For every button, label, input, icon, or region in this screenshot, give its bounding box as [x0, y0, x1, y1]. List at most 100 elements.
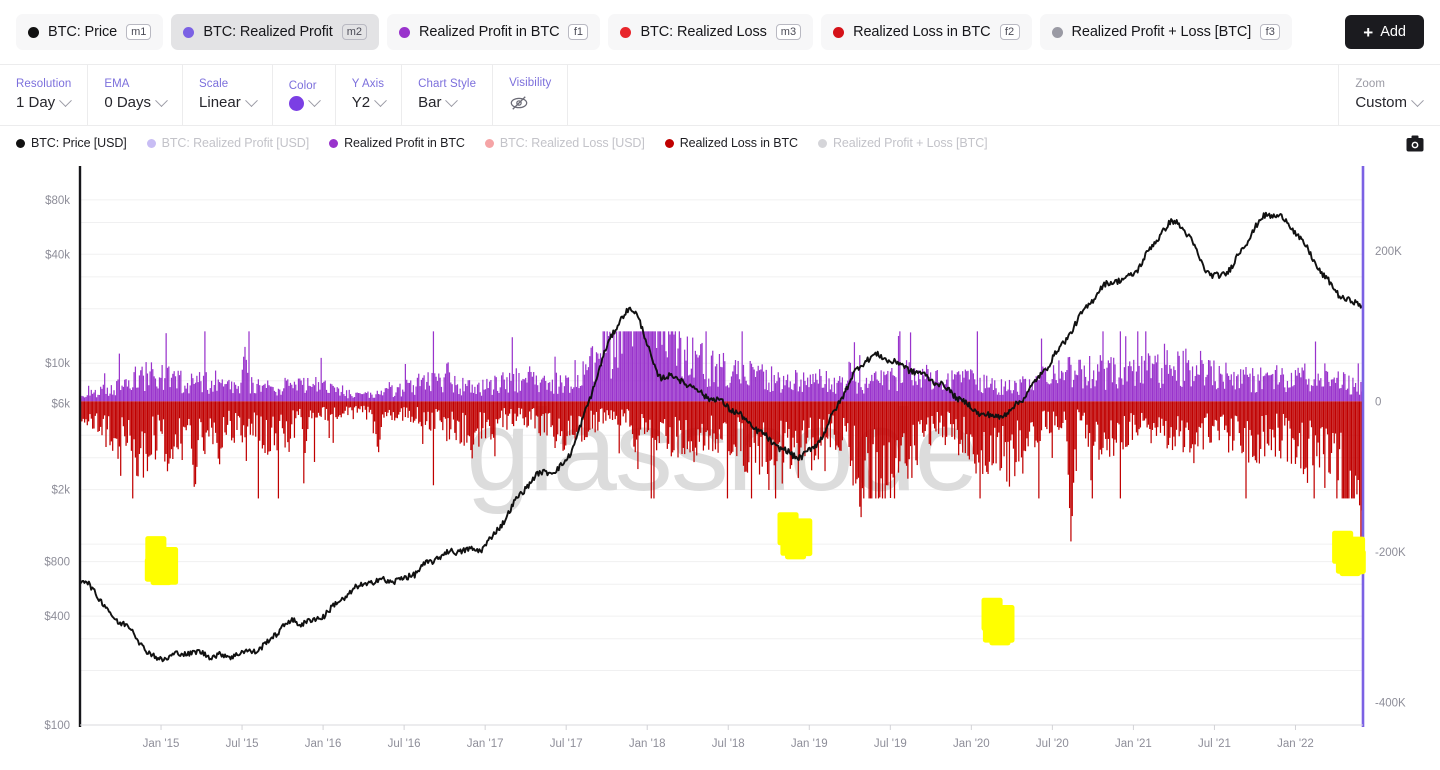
loss-bar — [1101, 401, 1103, 455]
profit-bar — [1113, 357, 1115, 402]
loss-bar — [464, 401, 467, 416]
profit-bar — [1301, 367, 1303, 402]
profit-bar — [235, 384, 237, 402]
profit-bar — [896, 391, 898, 402]
legend-item[interactable]: Realized Loss in BTC — [664, 136, 798, 150]
profit-bar — [456, 384, 459, 402]
control-color[interactable]: Color — [273, 65, 336, 125]
profit-bar — [395, 392, 397, 402]
loss-bar — [1297, 401, 1299, 447]
control-y-axis[interactable]: Y Axis Y2 — [336, 65, 403, 125]
screenshot-camera-button[interactable] — [1406, 135, 1424, 152]
annotation-highlight-1[interactable] — [144, 536, 179, 586]
profit-bar — [579, 386, 582, 402]
profit-bar — [1072, 379, 1075, 402]
loss-bar — [753, 401, 755, 443]
add-metric-button[interactable]: + Add — [1345, 15, 1424, 49]
legend-item[interactable]: BTC: Price [USD] — [16, 136, 127, 150]
control-visibility[interactable]: Visibility — [493, 65, 569, 125]
metric-chip-m3[interactable]: BTC: Realized Loss m3 — [608, 14, 814, 50]
profit-bar — [1175, 380, 1178, 402]
loss-bar — [534, 401, 536, 429]
loss-bar — [625, 401, 627, 423]
loss-bar — [94, 401, 96, 416]
loss-bar — [252, 401, 254, 436]
control-ema[interactable]: EMA 0 Days — [88, 65, 184, 125]
loss-bar — [797, 401, 799, 478]
loss-bar — [1324, 401, 1326, 488]
loss-bar — [194, 401, 197, 485]
control-resolution[interactable]: Resolution 1 Day — [0, 65, 89, 125]
legend-item[interactable]: Realized Profit in BTC — [329, 136, 465, 150]
metric-chip-m1[interactable]: BTC: Price m1 — [16, 14, 164, 50]
chart-canvas[interactable]: glassnode $80k $40k $10k $6k $2k $800 $400 $100 2… — [0, 160, 1440, 770]
profit-bar — [1317, 373, 1319, 402]
loss-bar — [281, 401, 284, 429]
loss-bar — [156, 401, 158, 451]
profit-bar — [1183, 380, 1186, 402]
loss-bar — [538, 401, 540, 434]
loss-bar — [359, 401, 361, 410]
loss-bar — [788, 401, 790, 430]
loss-bar — [249, 401, 251, 435]
loss-bar — [867, 401, 869, 454]
metric-chip-m2[interactable]: BTC: Realized Profit m2 — [171, 14, 380, 50]
color-swatch-icon[interactable] — [288, 95, 304, 111]
profit-bar — [491, 394, 493, 402]
metric-chip-f2[interactable]: Realized Loss in BTC f2 — [821, 14, 1032, 50]
legend-item[interactable]: BTC: Realized Loss [USD] — [484, 136, 645, 150]
eye-slash-icon[interactable] — [509, 93, 529, 113]
profit-bar — [895, 377, 897, 402]
metric-chip-f1[interactable]: Realized Profit in BTC f1 — [387, 14, 601, 50]
loss-bar — [1087, 401, 1089, 447]
control-scale[interactable]: Scale Linear — [183, 65, 273, 125]
profit-bar — [1114, 364, 1116, 402]
loss-bar — [458, 401, 460, 422]
loss-bar — [938, 401, 940, 434]
control-chart-style[interactable]: Chart Style Bar — [402, 65, 494, 125]
loss-bar — [1019, 401, 1021, 431]
loss-bar — [253, 401, 255, 413]
profit-bar — [994, 380, 996, 402]
loss-bar — [336, 401, 338, 420]
loss-bar — [682, 401, 684, 448]
zoom-control[interactable]: Zoom Custom — [1339, 65, 1440, 125]
profit-bar — [177, 370, 179, 402]
profit-bar — [502, 372, 504, 402]
profit-bar — [1171, 375, 1174, 402]
profit-bar — [1226, 373, 1228, 402]
loss-bar — [328, 401, 330, 439]
legend-item[interactable]: Realized Profit + Loss [BTC] — [817, 136, 988, 150]
profit-bar — [89, 395, 91, 402]
profit-bar — [567, 377, 570, 402]
legend-item[interactable]: BTC: Realized Profit [USD] — [146, 136, 309, 150]
profit-bar — [142, 375, 145, 402]
loss-bar — [1158, 401, 1160, 418]
loss-bar — [1119, 401, 1121, 499]
loss-bar — [617, 401, 619, 425]
annotation-highlight-2[interactable] — [777, 512, 813, 560]
profit-bar — [1047, 383, 1049, 402]
annotation-highlight-3[interactable] — [981, 597, 1015, 646]
loss-bar — [1254, 401, 1256, 461]
profit-bar — [1141, 356, 1143, 402]
loss-bar — [301, 401, 304, 430]
annotation-highlight-4[interactable] — [1332, 530, 1366, 577]
loss-bar — [1318, 401, 1321, 468]
profit-bar — [426, 381, 428, 402]
zoom-label: Zoom — [1355, 78, 1386, 90]
metric-chip-f3[interactable]: Realized Profit + Loss [BTC] f3 — [1039, 14, 1293, 50]
profit-bar — [964, 369, 966, 402]
profit-bar — [1209, 360, 1211, 402]
metric-chip-label: Realized Loss in BTC — [853, 24, 991, 40]
profit-bar — [1008, 379, 1011, 402]
profit-bar — [1191, 366, 1194, 402]
loss-bar — [97, 401, 99, 432]
loss-bar — [148, 401, 150, 457]
loss-bar — [1181, 401, 1183, 421]
profit-bar — [1095, 380, 1097, 402]
profit-bar — [90, 389, 92, 402]
profit-bar — [839, 376, 841, 402]
loss-bar — [325, 401, 328, 409]
profit-bar — [332, 385, 334, 402]
